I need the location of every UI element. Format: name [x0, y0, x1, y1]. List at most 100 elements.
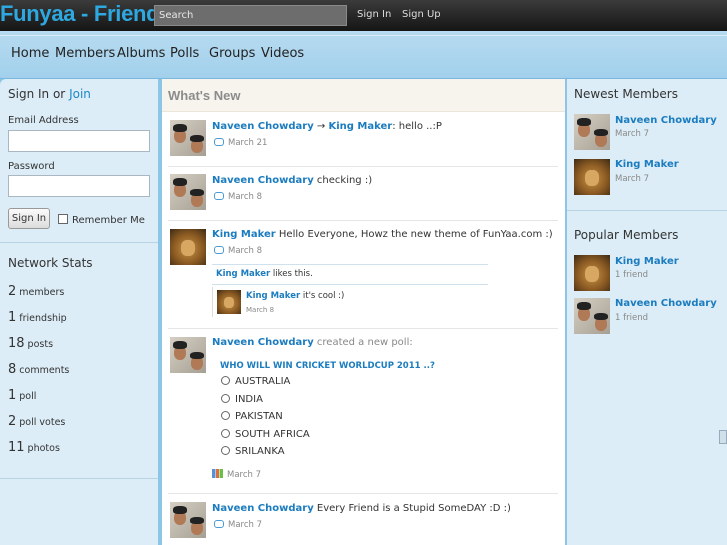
feed-item-meta: March 8 [214, 246, 262, 256]
top-bar: Funyaa - Friend Sign In Sign Up [0, 0, 727, 31]
avatar[interactable] [574, 298, 610, 334]
remember-me-label: Remember Me [72, 215, 145, 226]
author-link[interactable]: Naveen Chowdary [212, 175, 314, 186]
poll-option[interactable]: PAKISTAN [221, 411, 283, 422]
member-name-link[interactable]: King Maker [615, 256, 679, 267]
scrollbar-grip[interactable] [719, 430, 727, 444]
stat-label[interactable]: poll [19, 391, 36, 402]
stat-number: 11 [8, 440, 25, 455]
site-logo[interactable]: Funyaa - Friend [0, 1, 160, 27]
comment: King Maker it's cool :) March 8 [212, 287, 488, 317]
avatar[interactable] [170, 337, 206, 373]
comment-body: it's cool :) [300, 291, 345, 301]
sidebar-divider [0, 242, 158, 243]
radio-button[interactable] [221, 411, 230, 420]
stat-label[interactable]: poll votes [19, 417, 65, 428]
poll-option[interactable]: AUSTRALIA [221, 376, 290, 387]
stat-label[interactable]: comments [19, 365, 69, 376]
feed-item-meta: March 8 [214, 192, 262, 202]
member-date: March 7 [615, 174, 650, 184]
feed-separator [168, 493, 558, 494]
poll-option-label: PAKISTAN [235, 411, 283, 422]
avatar[interactable] [170, 120, 206, 156]
target-link[interactable]: King Maker [328, 121, 392, 132]
member-friends: 1 friend [615, 270, 648, 280]
password-field[interactable] [8, 175, 150, 197]
stat-label[interactable]: members [19, 287, 64, 298]
stat-number: 8 [8, 362, 17, 377]
nav-members[interactable]: Members [55, 46, 115, 61]
likes-label: likes this. [270, 269, 313, 279]
like-user-link[interactable]: King Maker [216, 269, 270, 279]
member-name-link[interactable]: Naveen Chowdary [615, 298, 717, 309]
stat-label[interactable]: friendship [19, 313, 66, 324]
newest-members-heading: Newest Members [574, 87, 678, 101]
comment-text: King Maker it's cool :) [246, 291, 344, 301]
member-name-link[interactable]: Naveen Chowdary [615, 115, 717, 126]
post-text: Hello Everyone, Howz the new theme of Fu… [275, 229, 553, 240]
poll-option[interactable]: SRILANKA [221, 446, 285, 457]
feed-item-meta: March 21 [214, 138, 267, 148]
avatar[interactable] [170, 229, 206, 265]
comment-author-link[interactable]: King Maker [246, 291, 300, 301]
radio-button[interactable] [221, 394, 230, 403]
comment-icon[interactable] [214, 138, 224, 146]
stat-number: 2 [8, 284, 17, 299]
arrow-icon: → [313, 121, 329, 132]
comment-icon[interactable] [214, 520, 224, 528]
comment-icon[interactable] [214, 246, 224, 254]
join-link[interactable]: Join [69, 87, 91, 101]
email-field[interactable] [8, 130, 150, 152]
poll-option-label: SOUTH AFRICA [235, 429, 310, 440]
password-label: Password [8, 161, 55, 172]
avatar[interactable] [170, 502, 206, 538]
nav-polls[interactable]: Polls [170, 46, 199, 61]
poll-question[interactable]: WHO WILL WIN CRICKET WORLDCUP 2011 ..? [220, 361, 435, 371]
member-name-link[interactable]: King Maker [615, 159, 679, 170]
poll-option-label: INDIA [235, 394, 263, 405]
sign-in-heading-text: Sign In or [8, 87, 66, 101]
avatar[interactable] [574, 159, 610, 195]
sign-in-heading: Sign In or Join [8, 87, 91, 101]
poll-option[interactable]: INDIA [221, 394, 263, 405]
feed-item-text: Naveen Chowdary checking :) [212, 175, 372, 186]
radio-button[interactable] [221, 446, 230, 455]
stat-poll: 1 poll [8, 388, 36, 403]
top-sign-up-link[interactable]: Sign Up [402, 9, 441, 20]
feed-item-text: Naveen Chowdary → King Maker: hello ..:P [212, 121, 442, 132]
avatar[interactable] [170, 174, 206, 210]
feed-separator [168, 328, 558, 329]
avatar[interactable] [574, 255, 610, 291]
feed-separator [168, 220, 558, 221]
post-text: checking :) [313, 175, 373, 186]
author-link[interactable]: Naveen Chowdary [212, 121, 314, 132]
stat-label[interactable]: posts [28, 339, 53, 350]
avatar[interactable] [574, 114, 610, 150]
radio-button[interactable] [221, 429, 230, 438]
nav-groups[interactable]: Groups [209, 46, 255, 61]
search-input[interactable] [154, 5, 347, 26]
nav-videos[interactable]: Videos [261, 46, 304, 61]
feed-item-meta: March 7 [212, 469, 261, 480]
author-link[interactable]: Naveen Chowdary [212, 503, 314, 514]
poll-option[interactable]: SOUTH AFRICA [221, 429, 310, 440]
nav-home[interactable]: Home [11, 46, 49, 61]
radio-button[interactable] [221, 376, 230, 385]
post-text: : hello ..:P [392, 121, 442, 132]
comment-date: March 8 [246, 306, 275, 314]
nav-albums[interactable]: Albums [117, 46, 165, 61]
sign-in-button[interactable]: Sign In [8, 208, 50, 229]
avatar[interactable] [217, 290, 241, 314]
top-sign-in-link[interactable]: Sign In [357, 9, 391, 20]
remember-me-checkbox[interactable] [58, 214, 68, 224]
author-link[interactable]: Naveen Chowdary [212, 337, 314, 348]
comment-icon[interactable] [214, 192, 224, 200]
feed-header: What's New [162, 79, 565, 112]
stat-label[interactable]: photos [28, 443, 60, 454]
stat-number: 2 [8, 414, 17, 429]
stat-photos: 11 photos [8, 440, 60, 455]
author-link[interactable]: King Maker [212, 229, 276, 240]
post-text: Every Friend is a Stupid SomeDAY :D :) [313, 503, 511, 514]
stat-number: 1 [8, 388, 17, 403]
post-date: March 21 [228, 138, 268, 148]
